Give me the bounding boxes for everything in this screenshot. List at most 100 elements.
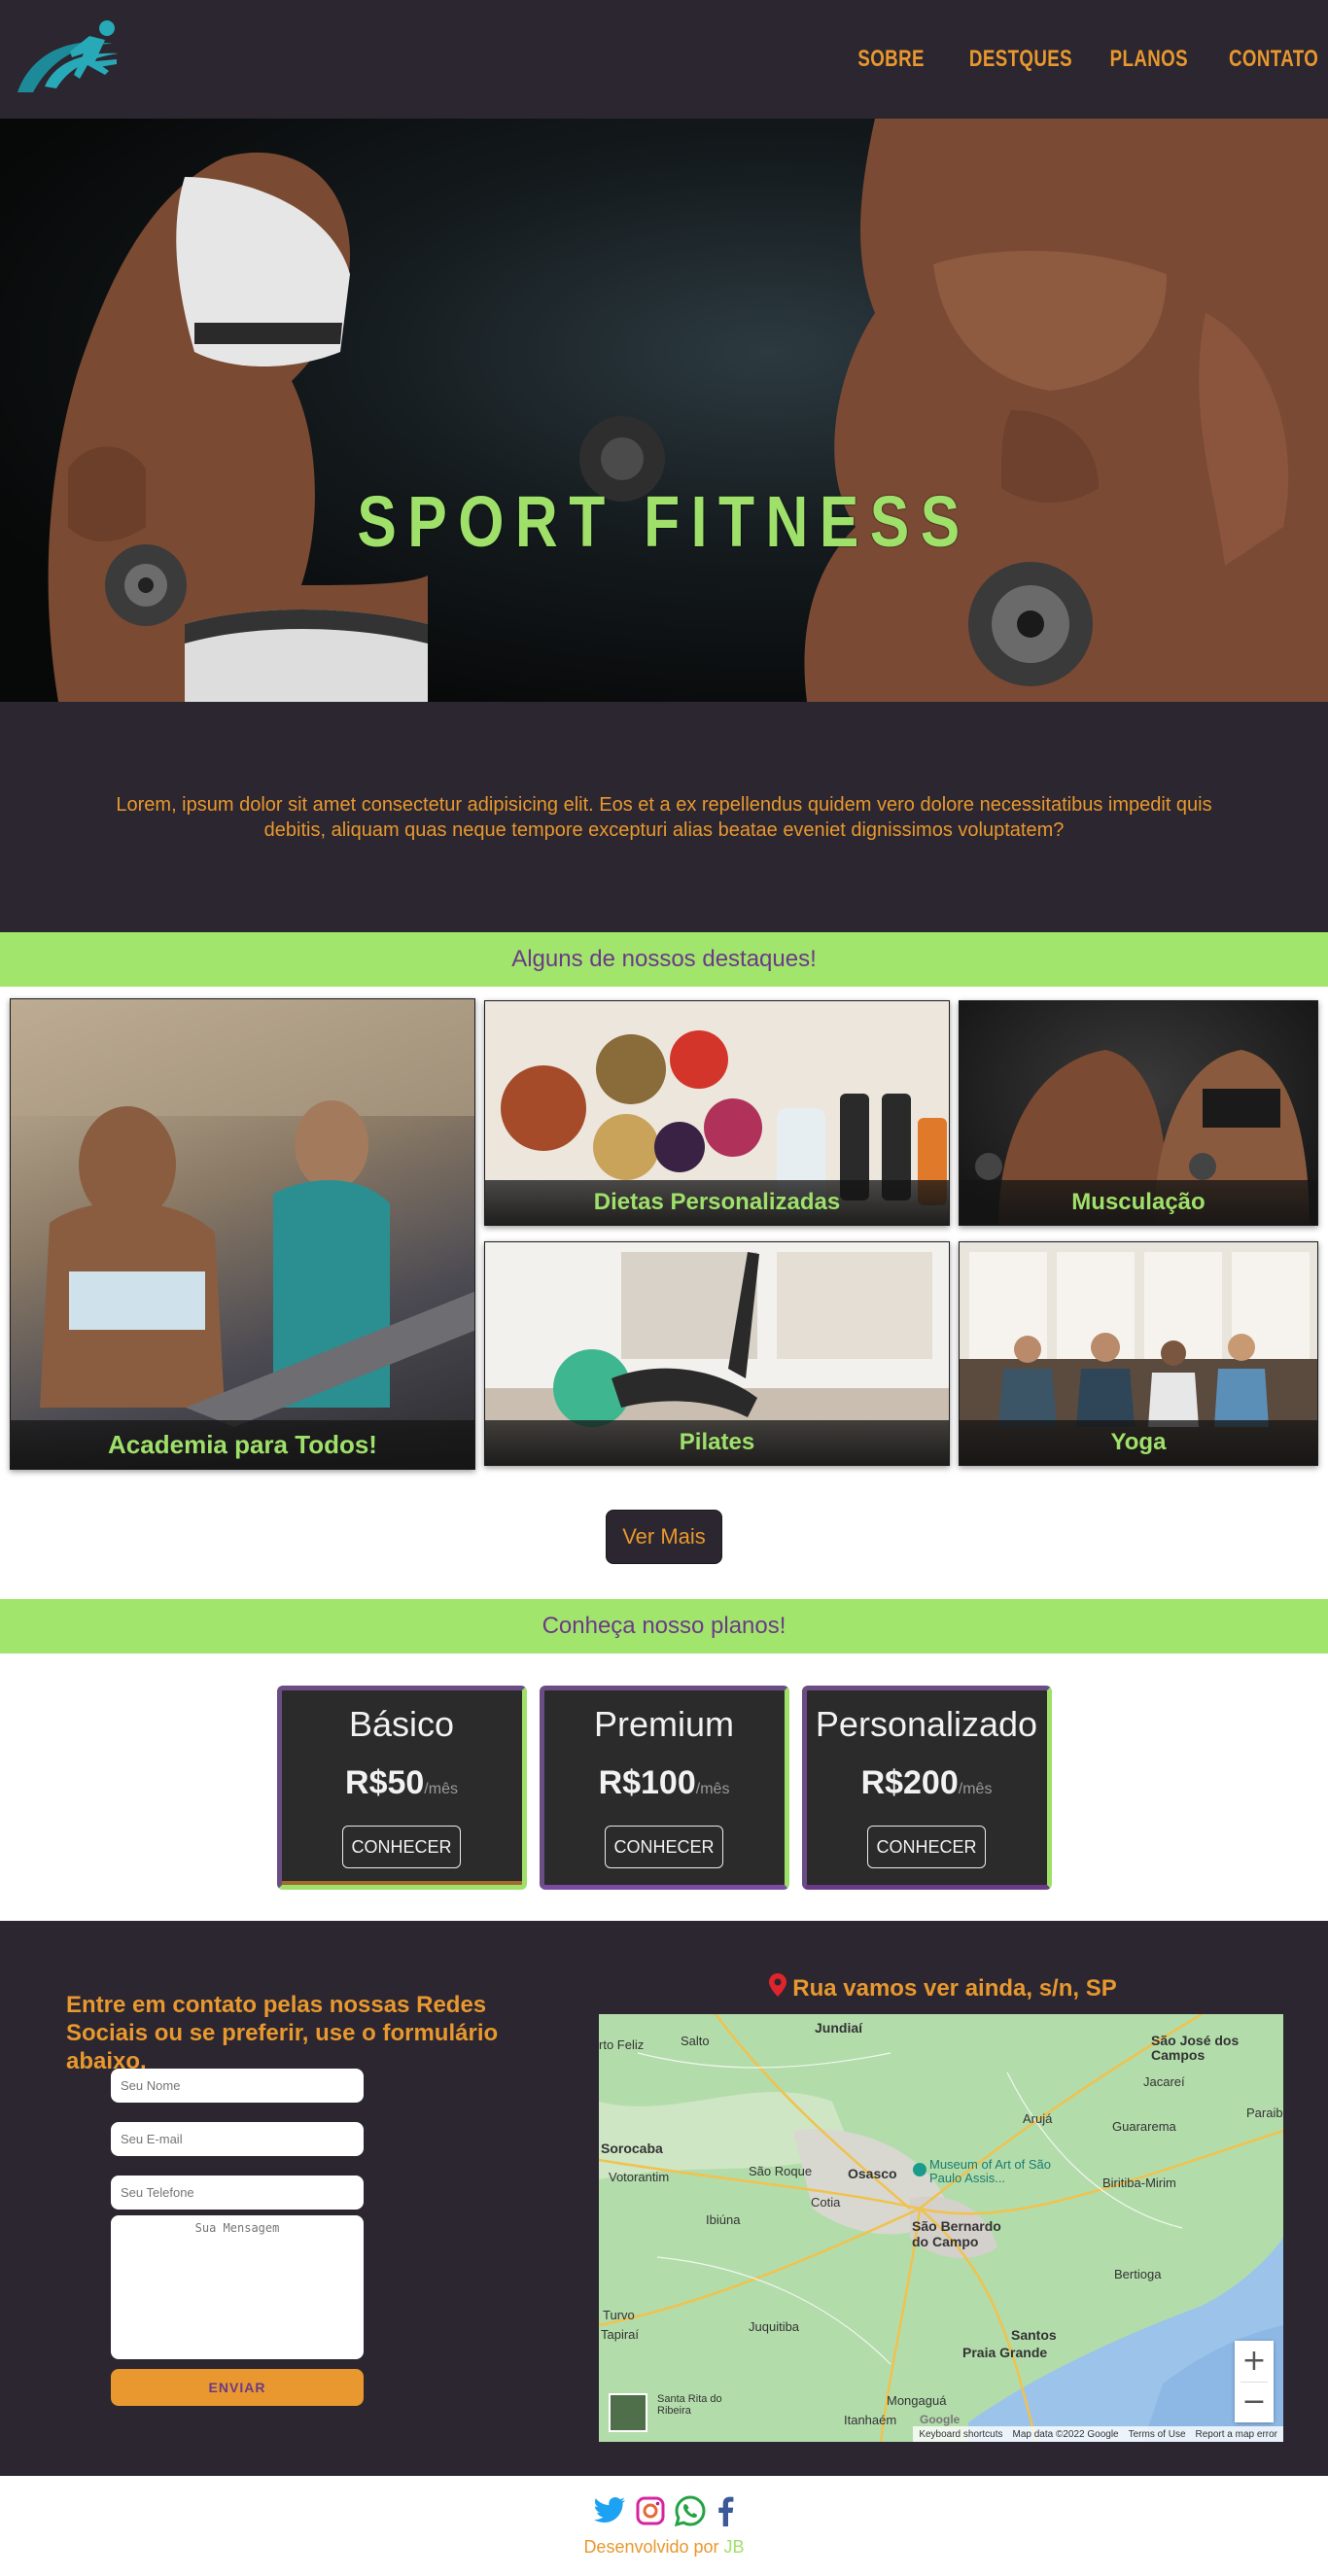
- nav-link-planos[interactable]: PLANOS: [1109, 46, 1187, 73]
- plan-price-period: /mês: [958, 1781, 993, 1797]
- plan-cta-button[interactable]: CONHECER: [342, 1826, 461, 1868]
- highlight-card-musculacao[interactable]: Musculação: [959, 1000, 1318, 1226]
- email-field[interactable]: [111, 2122, 364, 2156]
- highlights-heading: Alguns de nossos destaques!: [511, 946, 817, 972]
- map-place: Bertioga: [1114, 2267, 1162, 2281]
- intro-text: Lorem, ipsum dolor sit amet consectetur …: [116, 793, 1212, 841]
- map-place: São Bernardo do Campo: [912, 2218, 1001, 2249]
- facebook-icon[interactable]: [716, 2495, 735, 2531]
- zoom-in-button[interactable]: +: [1235, 2341, 1274, 2382]
- hero-banner: SPORT FITNESS: [0, 119, 1328, 702]
- plan-price: R$100/mês: [599, 1764, 730, 1802]
- credit-author[interactable]: JB: [724, 2537, 745, 2557]
- map-place: Sorocaba: [601, 2141, 663, 2156]
- map-zoom-control: + −: [1235, 2341, 1274, 2422]
- main-nav: SOBRE DESTQUES PLANOS CONTATO: [839, 46, 1318, 73]
- keyboard-shortcuts-link[interactable]: Keyboard shortcuts: [919, 2429, 1002, 2440]
- footer-credit: Desenvolvido por JB: [583, 2537, 744, 2558]
- map-place: Arujá: [1023, 2111, 1053, 2126]
- phone-field[interactable]: [111, 2176, 364, 2210]
- map-pin-icon: [769, 1973, 787, 2003]
- map-place: Praia Grande: [962, 2345, 1048, 2360]
- runner-logo-icon[interactable]: [12, 13, 128, 106]
- map-place: São Roque: [749, 2164, 813, 2178]
- map-layer-thumbnail[interactable]: [609, 2393, 647, 2432]
- contact-intro: Entre em contato pelas nossas Redes Soci…: [66, 1991, 552, 2075]
- hero-athletes-image: [48, 119, 1328, 702]
- plan-card-personalizado: Personalizado R$200/mês CONHECER: [801, 1686, 1052, 1890]
- plan-price-value: R$50: [345, 1764, 425, 1801]
- message-field[interactable]: [111, 2215, 364, 2359]
- name-field[interactable]: [111, 2069, 364, 2103]
- map-place: Votorantim: [609, 2170, 670, 2184]
- map-place: rto Feliz: [599, 2037, 645, 2052]
- highlight-card-dietas[interactable]: Dietas Personalizadas: [484, 1000, 950, 1226]
- nav-link-destaques[interactable]: DESTQUES: [969, 46, 1072, 73]
- send-button[interactable]: ENVIAR: [111, 2369, 364, 2406]
- map-place: Tapiraí: [601, 2327, 640, 2342]
- whatsapp-icon[interactable]: [674, 2494, 706, 2531]
- map-place: Ibiúna: [706, 2212, 741, 2227]
- highlight-caption-yoga: Yoga: [960, 1420, 1317, 1465]
- highlight-card-yoga[interactable]: Yoga: [959, 1241, 1318, 1466]
- address-line: Rua vamos ver ainda, s/n, SP: [601, 1973, 1285, 2003]
- highlight-card-academia[interactable]: Academia para Todos!: [10, 998, 475, 1470]
- plan-card-basico: Básico R$50/mês CONHECER: [276, 1686, 527, 1890]
- embedded-map[interactable]: Jundiaí São José dos Campos Salto Jacare…: [599, 2014, 1283, 2442]
- plan-name: Personalizado: [815, 1704, 1038, 1744]
- map-place: Turvo: [603, 2308, 635, 2322]
- plans-heading: Conheça nosso planos!: [542, 1613, 786, 1639]
- twitter-icon[interactable]: [593, 2496, 626, 2530]
- more-button-row: Ver Mais: [0, 1474, 1328, 1599]
- map-place: Guararema: [1112, 2119, 1176, 2134]
- highlight-caption-musculacao: Musculação: [960, 1180, 1317, 1225]
- map-place: Juquitiba: [749, 2319, 800, 2334]
- highlights-heading-bar: Alguns de nossos destaques!: [0, 932, 1328, 987]
- nav-link-contato[interactable]: CONTATO: [1229, 46, 1318, 73]
- credit-prefix: Desenvolvido por: [583, 2536, 719, 2557]
- plans-heading-bar: Conheça nosso planos!: [0, 1599, 1328, 1654]
- plans-section: Básico R$50/mês CONHECER Premium R$100/m…: [0, 1654, 1328, 1921]
- site-footer: Desenvolvido por JB: [0, 2476, 1328, 2576]
- map-place: Santa Rita do Ribeira: [657, 2393, 722, 2417]
- plan-price-value: R$100: [598, 1764, 696, 1801]
- highlight-caption-pilates: Pilates: [485, 1420, 949, 1465]
- instagram-icon[interactable]: [636, 2496, 665, 2530]
- nav-link-sobre[interactable]: SOBRE: [857, 46, 925, 73]
- plan-cta-button[interactable]: CONHECER: [605, 1826, 723, 1868]
- highlight-caption-dietas: Dietas Personalizadas: [485, 1180, 949, 1225]
- contact-section: Entre em contato pelas nossas Redes Soci…: [0, 1921, 1328, 2476]
- plan-price-value: R$200: [860, 1764, 959, 1801]
- plan-name: Premium: [593, 1704, 735, 1744]
- map-place: Santos: [1011, 2327, 1057, 2343]
- map-place: Biritiba-Mirim: [1102, 2176, 1176, 2190]
- google-logo: Google: [920, 2413, 961, 2426]
- plan-cta-button[interactable]: CONHECER: [867, 1826, 986, 1868]
- map-place: Osasco: [848, 2166, 897, 2181]
- map-place: São José dos Campos: [1151, 2033, 1240, 2063]
- terms-link[interactable]: Terms of Use: [1129, 2429, 1186, 2440]
- plan-price: R$50/mês: [345, 1764, 458, 1802]
- map-place: Museum of Art of São Paulo Assis...: [929, 2157, 1052, 2185]
- map-place: Cotia: [811, 2195, 841, 2210]
- map-attribution: Keyboard shortcuts Map data ©2022 Google…: [913, 2426, 1283, 2442]
- highlights-grid: Academia para Todos! Dietas Personalizad…: [0, 987, 1328, 1474]
- plan-price-period: /mês: [695, 1781, 730, 1797]
- address-text: Rua vamos ver ainda, s/n, SP: [792, 1974, 1117, 2002]
- report-error-link[interactable]: Report a map error: [1196, 2429, 1277, 2440]
- map-data-text: Map data ©2022 Google: [1012, 2428, 1119, 2440]
- map-place: Itanhaém: [844, 2413, 897, 2427]
- zoom-out-button[interactable]: −: [1235, 2382, 1274, 2422]
- plan-price-period: /mês: [424, 1781, 458, 1797]
- see-more-button[interactable]: Ver Mais: [606, 1509, 722, 1564]
- map-place: Jundiaí: [815, 2020, 863, 2036]
- plan-card-premium: Premium R$100/mês CONHECER: [539, 1686, 789, 1890]
- site-header: SOBRE DESTQUES PLANOS CONTATO: [0, 0, 1328, 119]
- highlight-card-pilates[interactable]: Pilates: [484, 1241, 950, 1466]
- intro-section: Lorem, ipsum dolor sit amet consectetur …: [0, 702, 1328, 932]
- treadmill-photo: [11, 999, 474, 1469]
- highlight-caption-academia: Academia para Todos!: [11, 1420, 474, 1469]
- map-place: Jacareí: [1143, 2074, 1185, 2089]
- hero-title: SPORT FITNESS: [357, 481, 971, 562]
- social-links: [593, 2494, 735, 2531]
